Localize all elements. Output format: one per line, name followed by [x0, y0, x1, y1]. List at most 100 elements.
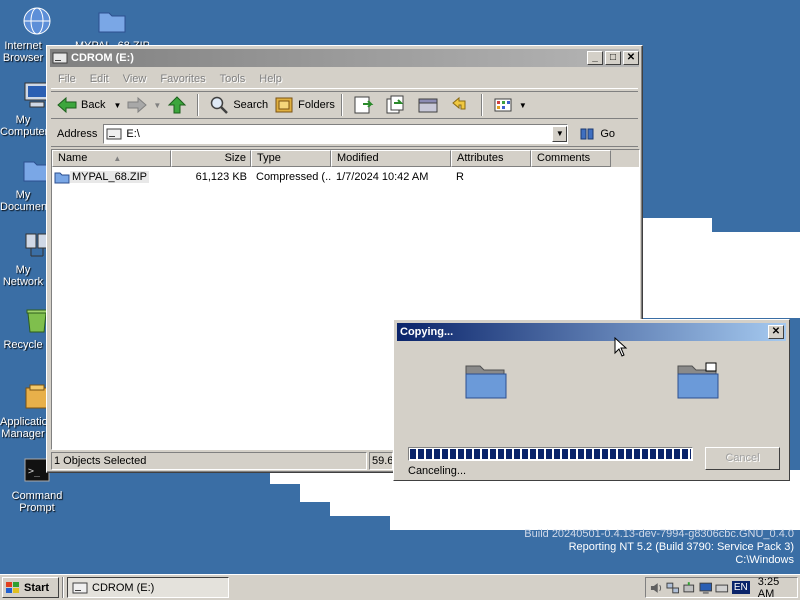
desktop-artifact: [330, 502, 800, 516]
folders-button[interactable]: Folders: [274, 96, 335, 114]
dialog-title: Copying...: [400, 326, 454, 338]
desktop-icon-label: Application Manager: [0, 416, 46, 440]
copy-progress-fill: [410, 449, 691, 459]
taskbar-button-label: CDROM (E:): [92, 581, 155, 594]
back-arrow-icon: [57, 96, 77, 114]
views-button[interactable]: ▼: [493, 96, 527, 114]
copy-progress-bar: [408, 447, 693, 461]
destination-folder-icon: [677, 362, 719, 399]
delete-icon: [418, 98, 438, 113]
folders-label: Folders: [298, 99, 335, 111]
chevron-down-icon[interactable]: ▼: [153, 101, 161, 110]
menu-help[interactable]: Help: [259, 73, 282, 85]
taskbar-button-cdrom[interactable]: CDROM (E:): [67, 577, 229, 598]
up-arrow-icon: [168, 96, 187, 114]
start-label: Start: [24, 581, 50, 594]
cancel-button[interactable]: Cancel: [705, 447, 780, 470]
close-button[interactable]: ✕: [623, 51, 639, 65]
forward-arrow-icon: [127, 96, 148, 114]
desktop-artifact: [300, 484, 800, 502]
copy-status-text: Canceling...: [408, 465, 467, 477]
up-button[interactable]: [167, 96, 191, 114]
address-bar: Address E:\ ▼ Go: [51, 121, 638, 147]
column-header-attributes[interactable]: Attributes: [451, 150, 531, 167]
copy-to-icon: [386, 95, 404, 114]
file-modified: 1/7/2024 10:42 AM: [336, 170, 429, 183]
desktop-icon-label: My Network Places: [2, 264, 44, 288]
move-to-button[interactable]: [353, 95, 379, 115]
back-button[interactable]: Back ▼: [57, 96, 121, 114]
address-value: E:\: [126, 127, 140, 140]
minimize-button[interactable]: _: [587, 51, 603, 65]
maximize-button[interactable]: □: [605, 51, 621, 65]
menu-favorites[interactable]: Favorites: [160, 73, 205, 85]
sort-ascending-icon: ▲: [113, 154, 122, 163]
chevron-down-icon[interactable]: ▼: [519, 101, 527, 110]
address-label: Address: [57, 127, 98, 140]
build-info: Build 20240501-0.4.13-dev-7994-g8306cbc.…: [524, 528, 794, 567]
source-folder-icon: [465, 365, 507, 399]
globe-icon: [23, 7, 51, 35]
chevron-down-icon[interactable]: ▼: [113, 101, 121, 110]
column-header-comments[interactable]: Comments: [531, 150, 611, 167]
desktop-icon-label: Internet Browser: [2, 40, 44, 64]
go-label: Go: [600, 127, 616, 140]
menu-tools[interactable]: Tools: [220, 73, 246, 85]
zip-folder-icon: [54, 172, 70, 183]
file-name-cell[interactable]: MYPAL_68.ZIP: [52, 170, 171, 184]
menu-view[interactable]: View: [123, 73, 147, 85]
explorer-titlebar[interactable]: CDROM (E:) _ □ ✕: [50, 49, 639, 67]
dialog-close-button[interactable]: ✕: [768, 325, 784, 339]
views-icon: [494, 98, 512, 112]
windows-logo-icon: [6, 581, 19, 593]
copying-dialog[interactable]: Copying... ✕ Canceling... Cancel: [393, 319, 790, 481]
address-input[interactable]: E:\ ▼: [103, 123, 569, 144]
delete-button[interactable]: [417, 95, 443, 115]
folders-icon: [275, 97, 293, 113]
system-tray: EN 3:25 AM: [645, 576, 798, 600]
build-info-line: C:\Windows: [735, 554, 794, 566]
desktop-icon-label: My Documents: [0, 189, 46, 213]
network-tray-icon[interactable]: [666, 581, 680, 595]
address-dropdown-button[interactable]: ▼: [552, 125, 568, 142]
language-indicator[interactable]: EN: [731, 581, 750, 594]
taskbar-separator: [62, 577, 64, 598]
clock[interactable]: 3:25 AM: [758, 576, 797, 600]
undo-button[interactable]: [449, 95, 475, 115]
column-header-size[interactable]: Size: [171, 150, 251, 167]
column-header-modified[interactable]: Modified: [331, 150, 451, 167]
search-button[interactable]: Search: [209, 96, 268, 114]
dialog-titlebar[interactable]: Copying... ✕: [397, 323, 786, 341]
table-row[interactable]: MYPAL_68.ZIP 61,123 KB Compressed (... 1…: [52, 168, 639, 185]
status-selected: 1 Objects Selected: [51, 452, 367, 470]
taskbar: Start CDROM (E:) EN 3:25 AM: [0, 574, 800, 600]
build-info-line: Reporting NT 5.2 (Build 3790: Service Pa…: [568, 541, 794, 553]
forward-button[interactable]: ▼: [127, 96, 161, 114]
volume-icon[interactable]: [649, 581, 663, 595]
keyboard-tray-icon[interactable]: [715, 581, 729, 595]
folder-icon: [98, 12, 126, 33]
copy-to-button[interactable]: [385, 95, 411, 115]
column-headers: Name ▲ Size Type Modified Attributes Comm…: [52, 150, 639, 167]
safely-remove-icon[interactable]: [682, 581, 696, 595]
desktop-icon-label: My Computer: [0, 114, 46, 138]
menubar: File Edit View Favorites Tools Help: [51, 70, 638, 89]
build-info-line: Build 20240501-0.4.13-dev-7994-g8306cbc.…: [524, 528, 794, 540]
svg-text:>_: >_: [28, 466, 41, 477]
column-header-type[interactable]: Type: [251, 150, 331, 167]
mouse-cursor-icon: [614, 337, 628, 357]
desktop-icon-label: Recycle Bin: [3, 339, 43, 351]
file-type: Compressed (...: [256, 170, 331, 183]
column-header-name[interactable]: Name ▲: [52, 150, 171, 167]
menu-file[interactable]: File: [58, 73, 76, 85]
cdrom-icon: [52, 52, 68, 64]
menu-edit[interactable]: Edit: [90, 73, 109, 85]
desktop-icon-label: Command Prompt: [11, 490, 63, 514]
toolbar-separator: [340, 94, 343, 116]
go-button[interactable]: Go: [578, 126, 615, 142]
search-label: Search: [233, 99, 269, 111]
display-tray-icon[interactable]: [699, 581, 713, 595]
file-size: 61,123 KB: [195, 170, 247, 183]
status-size: 59.6: [369, 452, 393, 470]
start-button[interactable]: Start: [2, 577, 59, 598]
